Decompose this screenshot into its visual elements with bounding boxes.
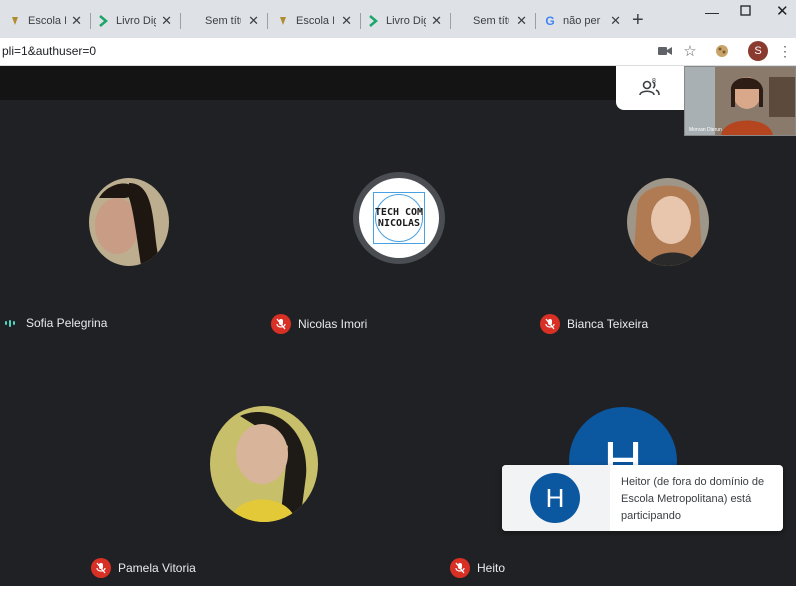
- profile-avatar[interactable]: S: [748, 41, 768, 61]
- participant-name: Bianca Teixeira: [567, 317, 649, 331]
- mic-off-icon: [540, 314, 560, 334]
- speaking-indicator-icon: [5, 319, 17, 327]
- tab-label: Sem títu: [473, 15, 509, 27]
- mic-off-icon: [271, 314, 291, 334]
- arrow-favicon-icon: [366, 14, 380, 28]
- tab-livro-1[interactable]: Livro Dig ✕: [96, 8, 176, 34]
- close-tab-icon[interactable]: ✕: [71, 14, 82, 28]
- extension-icon[interactable]: [714, 43, 730, 59]
- tab-sem-titulo-2[interactable]: Sem títu ✕: [473, 8, 531, 34]
- people-button[interactable]: 8: [616, 66, 684, 110]
- close-tab-icon[interactable]: ✕: [431, 14, 442, 28]
- mic-off-icon: [91, 558, 111, 578]
- close-tab-icon[interactable]: ✕: [341, 14, 352, 28]
- tab-label: Livro Dig: [116, 15, 156, 27]
- avatar-sofia: [89, 178, 169, 266]
- notification-message: Heitor (de fora do domínio de Escola Met…: [621, 476, 765, 522]
- escola-favicon-icon: [8, 14, 22, 28]
- tab-label: Livro Dig: [386, 15, 426, 27]
- notification-avatar-area: H: [502, 465, 610, 531]
- tab-escola-2[interactable]: Escola M ✕: [276, 8, 356, 34]
- new-tab-button[interactable]: +: [632, 10, 644, 30]
- join-notification[interactable]: H Heitor (de fora do domínio de Escola M…: [502, 465, 783, 531]
- participant-sofia: Sofia Pelegrina: [5, 316, 107, 330]
- participant-name: Heito: [477, 561, 506, 575]
- google-favicon-icon: G: [545, 14, 555, 28]
- tab-label: Escola M: [28, 15, 66, 27]
- avatar-nicolas: TECH COM NICOLAS: [353, 172, 445, 264]
- participant-name: Pamela Vitoria: [118, 561, 196, 575]
- participant-heitor: Heito: [450, 558, 505, 578]
- url-field[interactable]: pli=1&authuser=0: [2, 44, 96, 58]
- bookmark-star-icon[interactable]: ☆: [682, 43, 698, 60]
- tab-label: Sem títu: [205, 15, 241, 27]
- close-tab-icon[interactable]: ✕: [161, 14, 172, 28]
- participant-name: Nicolas Imori: [298, 317, 368, 331]
- logo-text: TECH COM NICOLAS: [374, 207, 424, 229]
- avatar-pamela: [210, 406, 318, 522]
- participant-nicolas: Nicolas Imori: [271, 314, 367, 334]
- bottom-strip: [0, 586, 796, 600]
- self-view-video[interactable]: Morvan Dierun: [684, 66, 796, 136]
- arrow-favicon-icon: [96, 14, 110, 28]
- close-tab-icon[interactable]: ✕: [248, 14, 259, 28]
- tab-sem-titulo-1[interactable]: Sem títu ✕: [205, 8, 263, 34]
- tab-label: Escola M: [296, 15, 334, 27]
- participant-pamela: Pamela Vitoria: [91, 558, 196, 578]
- notification-avatar: H: [530, 473, 580, 523]
- participant-bianca: Bianca Teixeira: [540, 314, 648, 334]
- minimize-icon[interactable]: —: [705, 4, 719, 20]
- tab-label: não per: [563, 15, 601, 27]
- maximize-icon[interactable]: [740, 3, 751, 19]
- tab-livro-2[interactable]: Livro Dig ✕: [366, 8, 446, 34]
- participant-count: 8: [652, 78, 656, 85]
- close-tab-icon[interactable]: ✕: [610, 14, 621, 28]
- self-view-name: Morvan Dierun: [689, 127, 722, 133]
- close-tab-icon[interactable]: ✕: [516, 14, 527, 28]
- escola-favicon-icon: [276, 14, 290, 28]
- tab-strip: Escola M ✕ Livro Dig ✕ Sem títu ✕ Escola…: [0, 0, 796, 38]
- avatar-bianca: [627, 178, 709, 266]
- people-icon: [639, 80, 660, 96]
- address-bar: pli=1&authuser=0 ☆ S ⋮: [0, 38, 796, 66]
- participant-name: Sofia Pelegrina: [26, 316, 108, 330]
- menu-kebab-icon[interactable]: ⋮: [777, 43, 793, 59]
- mic-off-icon: [450, 558, 470, 578]
- close-window-icon[interactable]: ✕: [776, 2, 789, 20]
- browser-window: Escola M ✕ Livro Dig ✕ Sem títu ✕ Escola…: [0, 0, 796, 600]
- tab-escola-1[interactable]: Escola M ✕: [8, 8, 86, 34]
- tab-google-search[interactable]: G não per ✕: [543, 8, 625, 34]
- camera-icon[interactable]: [657, 43, 673, 59]
